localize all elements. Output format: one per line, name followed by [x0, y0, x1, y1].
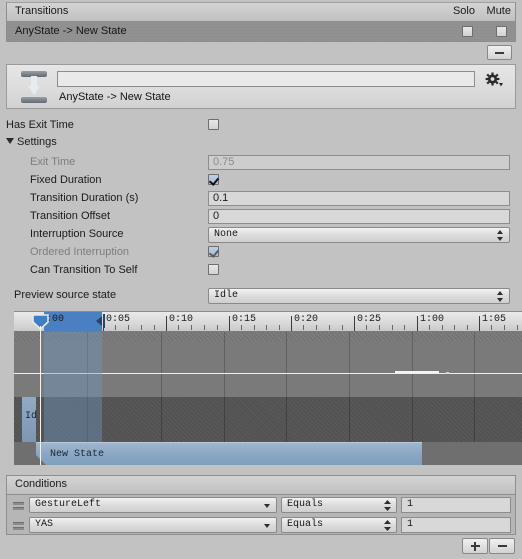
- ordered-interruption-checkbox[interactable]: [208, 246, 219, 257]
- transitions-title: Transitions: [15, 5, 69, 17]
- remove-transition-button[interactable]: [487, 45, 512, 60]
- interruption-source-value: None: [214, 229, 239, 240]
- selection-end-handle[interactable]: [96, 314, 105, 329]
- updown-arrows-icon: [497, 230, 504, 241]
- transition-header-panel: AnyState -> New State: [6, 64, 516, 109]
- can-transition-to-self-checkbox[interactable]: [208, 264, 219, 275]
- chevron-down-icon: [264, 504, 270, 508]
- drag-handle-icon[interactable]: [13, 502, 24, 510]
- ruler-label-1: 0:05: [106, 314, 131, 325]
- preview-source-state-value: Idle: [214, 290, 239, 301]
- conditions-panel-header: Conditions: [7, 476, 515, 495]
- condition-operator-dropdown[interactable]: Equals: [281, 517, 397, 533]
- transitions-panel-header: Transitions Solo Mute: [7, 3, 515, 22]
- ruler-label-7: 1:05: [482, 314, 507, 325]
- clip-new-state-label: New State: [50, 449, 105, 460]
- condition-parameter-dropdown[interactable]: GestureLeft: [29, 497, 277, 513]
- can-transition-to-self-label: Can Transition To Self: [30, 264, 138, 276]
- updown-arrows-icon: [384, 520, 391, 531]
- transition-icon: [21, 71, 47, 103]
- ruler-label-4: 0:20: [294, 314, 319, 325]
- preview-source-state-label: Preview source state: [14, 289, 117, 301]
- has-exit-time-checkbox[interactable]: [208, 119, 219, 130]
- condition-value-input[interactable]: 1: [401, 517, 511, 533]
- condition-row: YAS Equals 1: [7, 515, 515, 535]
- minus-icon: [497, 545, 507, 547]
- timeline-selection-body: [44, 331, 102, 442]
- settings-foldout[interactable]: Settings: [6, 136, 57, 148]
- drag-handle-icon[interactable]: [13, 522, 24, 530]
- mute-checkbox[interactable]: [496, 26, 507, 37]
- transition-subtitle: AnyState -> New State: [59, 91, 171, 103]
- plus-icon: [470, 541, 480, 551]
- condition-parameter-value: YAS: [35, 519, 54, 530]
- timeline-ruler[interactable]: :00 0:05 0:10 0:15 0:20 0:25 1:00 1:05: [14, 312, 522, 332]
- remove-condition-button[interactable]: [489, 538, 515, 554]
- mute-column-header: Mute: [486, 5, 511, 17]
- preview-source-state-dropdown[interactable]: Idle: [208, 288, 510, 304]
- solo-checkbox[interactable]: [462, 26, 473, 37]
- row-preview-source-state: Preview source state Idle: [0, 285, 522, 306]
- row-has-exit-time: Has Exit Time: [0, 115, 522, 136]
- ruler-label-2: 0:10: [169, 314, 194, 325]
- transition-offset-input[interactable]: 0: [208, 209, 510, 224]
- condition-row: GestureLeft Equals 1: [7, 495, 515, 515]
- exit-time-input[interactable]: 0.75: [208, 155, 510, 170]
- playhead-line: [40, 326, 41, 465]
- clip-idle[interactable]: Id: [22, 397, 38, 442]
- ruler-label-6: 1:00: [420, 314, 445, 325]
- condition-parameter-dropdown[interactable]: YAS: [29, 517, 277, 533]
- condition-value-input[interactable]: 1: [401, 497, 511, 513]
- minus-icon: [495, 51, 504, 54]
- clip-idle-label: Id: [25, 411, 38, 422]
- conditions-panel: Conditions GestureLeft Equals 1 YAS Equa…: [6, 475, 516, 535]
- has-exit-time-label: Has Exit Time: [6, 119, 74, 131]
- transitions-panel: Transitions Solo Mute AnyState -> New St…: [6, 2, 516, 42]
- condition-operator-value: Equals: [287, 519, 324, 530]
- ruler-label-5: 0:25: [357, 314, 382, 325]
- conditions-title: Conditions: [15, 478, 67, 490]
- chevron-down-icon: [264, 524, 270, 528]
- condition-parameter-value: GestureLeft: [35, 499, 102, 510]
- transition-list-item[interactable]: AnyState -> New State: [7, 22, 515, 41]
- timeline-clips[interactable]: Id New State: [14, 397, 522, 465]
- fixed-duration-checkbox[interactable]: [208, 174, 219, 185]
- condition-operator-value: Equals: [287, 499, 324, 510]
- transition-preview-timeline[interactable]: Id New State :00 0:05 0:10 0:15 0:20 0:2…: [14, 311, 522, 465]
- settings-foldout-label: Settings: [17, 136, 57, 148]
- clip-corner-notch: [36, 455, 50, 465]
- gear-icon[interactable]: [485, 72, 503, 88]
- updown-arrows-icon: [384, 500, 391, 511]
- solo-column-header: Solo: [452, 5, 475, 17]
- ruler-label-3: 0:15: [232, 314, 257, 325]
- interruption-source-dropdown[interactable]: None: [208, 227, 510, 243]
- row-can-transition-to-self: Can Transition To Self: [0, 260, 522, 281]
- chevron-down-icon: [6, 138, 14, 144]
- transition-name-input[interactable]: [57, 71, 475, 87]
- clip-new-state[interactable]: New State: [36, 442, 422, 465]
- add-condition-button[interactable]: [462, 538, 488, 554]
- transition-curve-endpoint: [446, 372, 449, 374]
- transition-curve-step: [395, 371, 439, 373]
- updown-arrows-icon: [497, 291, 504, 302]
- transition-duration-input[interactable]: 0.1: [208, 191, 510, 206]
- condition-operator-dropdown[interactable]: Equals: [281, 497, 397, 513]
- transition-list-item-label: AnyState -> New State: [15, 25, 127, 37]
